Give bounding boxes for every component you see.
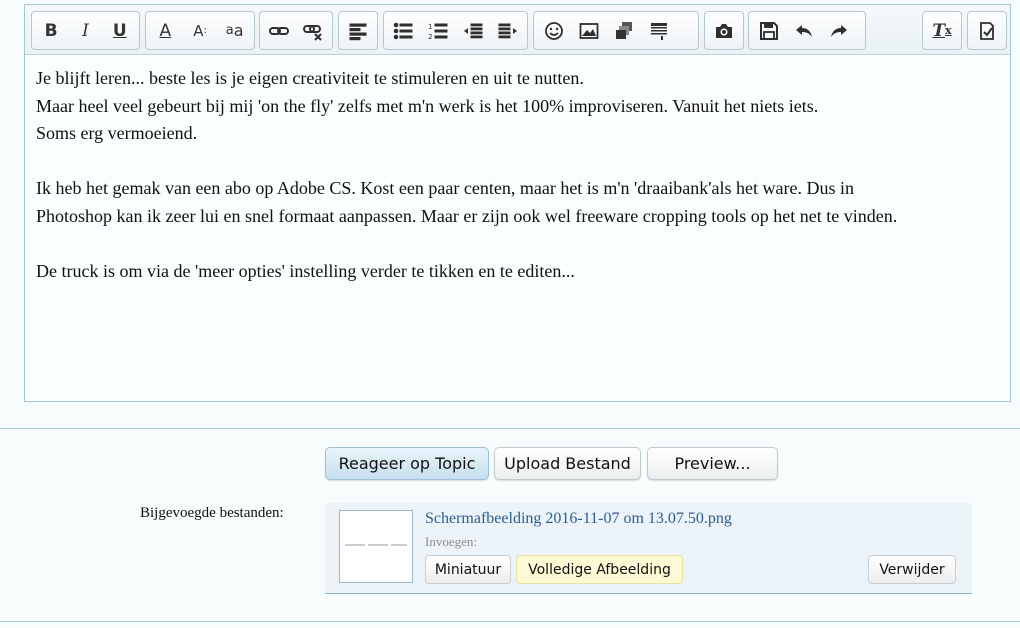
font-size-icon[interactable]: A: [183, 14, 218, 47]
unlink-icon[interactable] [296, 14, 330, 47]
divider [0, 428, 1020, 429]
text-line: Maar heel veel gebeurt bij mij 'on the f… [36, 95, 819, 116]
toolbar-group-insert [533, 11, 699, 50]
decrease-indent-icon[interactable] [456, 14, 491, 47]
insert-thumbnail-button[interactable]: Miniatuur [425, 555, 511, 584]
upload-file-button[interactable]: Upload Bestand [494, 447, 641, 480]
remove-format-icon[interactable]: Tx [925, 14, 959, 47]
table-icon[interactable] [641, 14, 676, 47]
attachment-thumbnail[interactable] [339, 510, 413, 583]
toolbar-group-source [967, 11, 1007, 50]
emoji-icon[interactable] [536, 14, 571, 47]
bulleted-list-icon[interactable] [386, 14, 421, 47]
reply-topic-button[interactable]: Reageer op Topic [325, 447, 489, 480]
align-left-icon[interactable] [341, 14, 375, 47]
save-icon[interactable] [751, 14, 786, 47]
camera-icon[interactable] [707, 14, 741, 47]
numbered-list-icon[interactable]: 12 [421, 14, 456, 47]
source-toggle-icon[interactable] [970, 14, 1004, 47]
svg-text:2: 2 [428, 33, 432, 41]
text-line: Soms erg vermoeiend. [36, 123, 198, 143]
redo-icon[interactable] [821, 14, 856, 47]
toolbar-group-lists: 12 [383, 11, 528, 50]
insert-full-image-button[interactable]: Volledige Afbeelding [516, 555, 683, 584]
paragraph: Ik heb het gemak van een abo op Adobe CS… [36, 175, 999, 230]
paragraph: De truck is om via de 'meer opties' inst… [36, 258, 999, 286]
italic-icon[interactable]: I [68, 14, 102, 47]
increase-indent-icon[interactable] [490, 14, 525, 47]
undo-icon[interactable] [786, 14, 821, 47]
insert-label: Invoegen: [425, 534, 477, 549]
bold-icon[interactable]: B [34, 14, 68, 47]
gallery-icon[interactable] [606, 14, 641, 47]
editor-toolbar: B I U A A: aa 12 T x [25, 5, 1010, 55]
attachment-file-name[interactable]: Schermafbeelding 2016-11-07 om 13.07.50.… [425, 510, 732, 528]
text-line: Photoshop kan ik zeer lui en snel formaa… [36, 205, 898, 226]
link-icon[interactable] [262, 14, 296, 47]
paragraph: Je blijft leren... beste les is je eigen… [36, 65, 999, 148]
text-line: Je blijft leren... beste les is je eigen… [36, 68, 584, 88]
toolbar-group-basic-style: B I U [31, 11, 140, 50]
image-icon[interactable] [571, 14, 606, 47]
toolbar-group-media [704, 11, 744, 50]
attachments-label: Bijgevoegde bestanden: [140, 505, 284, 521]
font-family-icon[interactable]: aa [217, 14, 252, 47]
toolbar-group-links [259, 11, 333, 50]
divider [0, 621, 1020, 622]
rich-text-editor: B I U A A: aa 12 T x Je blijft leren... … [24, 4, 1011, 402]
attachment-item: Schermafbeelding 2016-11-07 om 13.07.50.… [325, 503, 972, 594]
toolbar-group-align [338, 11, 378, 50]
delete-attachment-button[interactable]: Verwijder [868, 555, 956, 584]
toolbar-group-font: A A: aa [145, 11, 255, 50]
toolbar-group-document [748, 11, 866, 50]
text-line: Ik heb het gemak van een abo op Adobe CS… [36, 178, 854, 198]
text-line: De truck is om via de 'meer opties' inst… [36, 260, 575, 281]
preview-button[interactable]: Preview... [647, 447, 778, 480]
svg-text:1: 1 [428, 23, 432, 31]
editor-content[interactable]: Je blijft leren... beste les is je eigen… [25, 55, 1010, 295]
text-color-icon[interactable]: A [148, 14, 183, 47]
toolbar-group-format: Tx [922, 11, 962, 50]
underline-icon[interactable]: U [103, 14, 137, 47]
